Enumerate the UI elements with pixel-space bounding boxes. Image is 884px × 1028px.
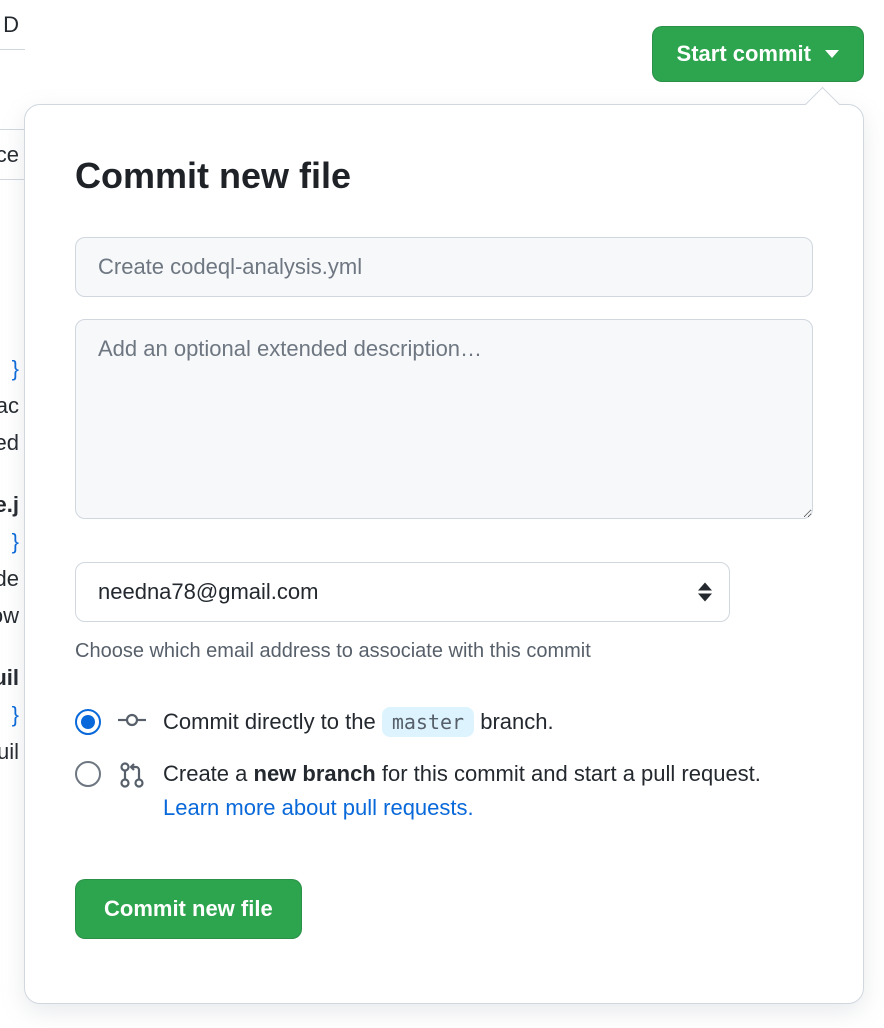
- radio-input-unselected[interactable]: [75, 761, 101, 787]
- bg-line: de: [0, 560, 25, 597]
- bg-line: uil: [0, 733, 25, 770]
- radio-new-branch[interactable]: Create a new branch for this commit and …: [75, 757, 813, 825]
- caret-down-icon: [825, 50, 839, 58]
- bg-line: }: [0, 696, 25, 733]
- bg-line: e.j: [0, 486, 25, 523]
- submit-label: Commit new file: [104, 896, 273, 921]
- start-commit-label: Start commit: [677, 41, 811, 67]
- pull-request-icon: [117, 761, 147, 789]
- bg-row: ce: [0, 130, 25, 180]
- radio-direct-label: Commit directly to the master branch.: [163, 705, 813, 739]
- branch-badge: master: [382, 707, 474, 737]
- git-commit-icon: [117, 709, 147, 731]
- bg-line: ac: [0, 387, 25, 424]
- commit-description-textarea[interactable]: [75, 319, 813, 519]
- bg-row: [0, 50, 25, 130]
- start-commit-button[interactable]: Start commit: [652, 26, 864, 82]
- radio-commit-direct[interactable]: Commit directly to the master branch.: [75, 705, 813, 739]
- bg-line: }: [0, 350, 25, 387]
- radio-newbranch-label: Create a new branch for this commit and …: [163, 757, 813, 825]
- bg-row: D: [0, 0, 25, 50]
- email-select-value: needna78@gmail.com: [98, 579, 318, 604]
- popover-title: Commit new file: [75, 155, 813, 197]
- bg-line: ed: [0, 424, 25, 461]
- bg-line: uil: [0, 659, 25, 696]
- bg-line: ow: [0, 597, 25, 634]
- radio-input-selected[interactable]: [75, 709, 101, 735]
- email-helper-text: Choose which email address to associate …: [75, 640, 813, 663]
- email-select-wrap: needna78@gmail.com: [75, 562, 730, 622]
- commit-message-input[interactable]: [75, 237, 813, 297]
- background-cropped-text: D ce } ac ed e.j } de ow uil } uil: [0, 0, 25, 770]
- learn-more-link[interactable]: Learn more about pull requests.: [163, 795, 474, 820]
- commit-popover: Commit new file needna78@gmail.com Choos…: [24, 104, 864, 1004]
- commit-new-file-button[interactable]: Commit new file: [75, 879, 302, 939]
- bg-line: }: [0, 523, 25, 560]
- email-select[interactable]: needna78@gmail.com: [75, 562, 730, 622]
